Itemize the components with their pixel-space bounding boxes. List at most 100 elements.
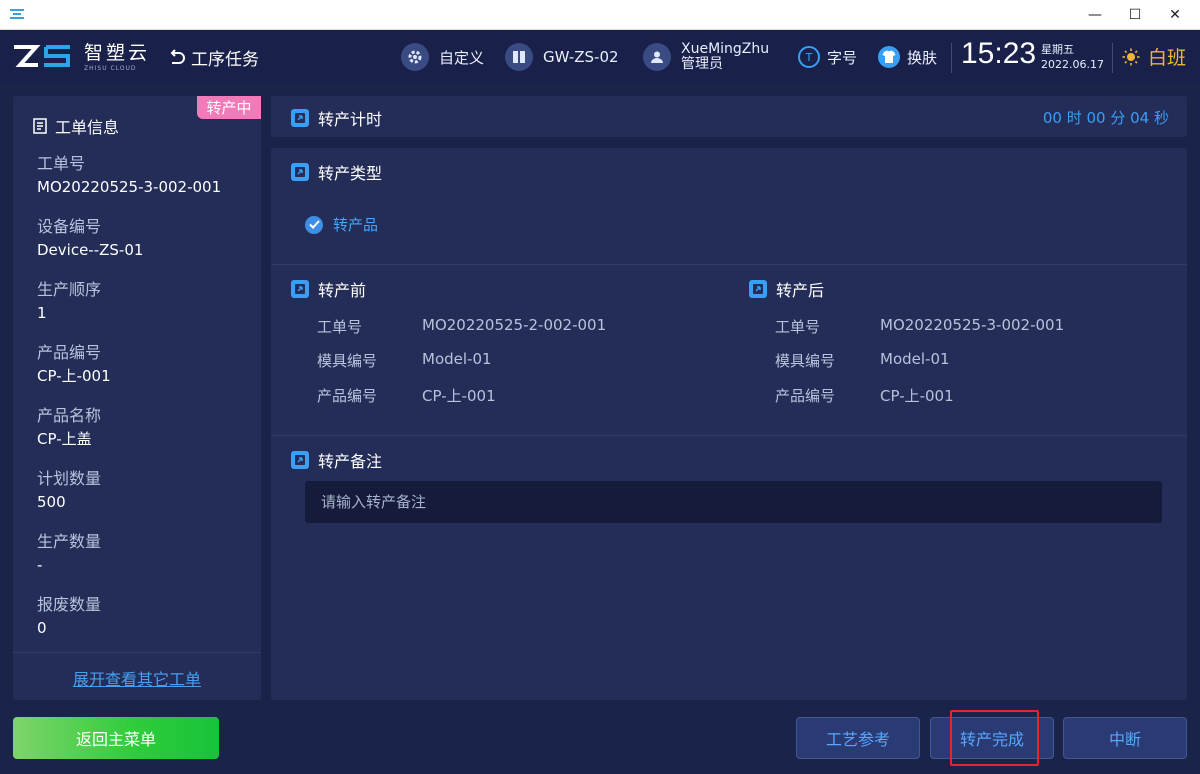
section-title-text: 转产前 [318,281,367,300]
field-device-no: 设备编号 Device--ZS-01 [37,217,143,261]
field-value: - [37,556,43,574]
divider [13,652,261,653]
remark-input[interactable] [305,481,1162,523]
before-mold-no: 模具编号 Model-01 [317,350,492,371]
field-label: 产品编号 [37,343,102,362]
check-icon [305,215,323,234]
shift-indicator: 白班 [1122,43,1186,70]
field-value: Device--ZS-01 [37,241,144,259]
weekday: 星期五 [1041,43,1074,56]
before-product-no: 产品编号 CP-上-001 [317,385,496,406]
back-arrow-icon [170,48,185,64]
font-size-label: 字号 [827,48,858,67]
changeover-complete-button[interactable]: 转产完成 [930,717,1054,759]
field-product-name: 产品名称 CP-上盖 [37,406,101,450]
field-label: 生产数量 [37,532,102,551]
order-info-title-text: 工单信息 [55,118,120,137]
custom-label: 自定义 [439,48,485,67]
clock-date: 星期五 2022.06.17 [1041,42,1104,72]
back-to-main-menu-button[interactable]: 返回主菜单 [13,717,219,759]
logo-mark [14,45,70,67]
back-label: 工序任务 [191,50,259,70]
kv-value: MO20220525-3-002-001 [880,316,1065,334]
device-indicator[interactable]: GW-ZS-02 [505,41,619,73]
kv-label: 模具编号 [775,352,836,370]
kv-value: MO20220525-2-002-001 [422,316,607,334]
before-section-title: 转产前 [290,277,366,301]
field-planned-qty: 计划数量 500 [37,469,101,513]
field-label: 设备编号 [37,217,102,236]
shift-label: 白班 [1148,47,1187,69]
user-profile[interactable]: XueMingZhu 管理员 [643,41,769,73]
device-label: GW-ZS-02 [543,48,619,66]
user-role: 管理员 [681,56,723,72]
after-section-title: 转产后 [748,277,824,301]
svg-text:T: T [805,51,813,64]
field-value: CP-上-001 [37,367,111,385]
timer-section-title: 转产计时 [290,106,382,130]
changeover-timer-value: 00 时 00 分 04 秒 [1042,109,1169,127]
field-value: 1 [37,304,47,322]
clock-time: 15:23 [961,37,1037,70]
kv-label: 产品编号 [775,387,836,405]
field-label: 报废数量 [37,595,102,614]
kv-label: 工单号 [775,318,821,336]
field-produced-qty: 生产数量 - [37,532,101,576]
kv-value: CP-上-001 [422,387,496,405]
back-to-process-tasks[interactable]: 工序任务 [168,45,259,70]
custom-settings-button[interactable]: 自定义 [401,41,484,73]
field-value: 0 [37,619,47,637]
section-title-text: 转产计时 [318,110,383,129]
field-value: MO20220525-3-002-001 [37,178,222,196]
user-name: XueMingZhu [681,41,770,57]
field-label: 计划数量 [37,469,102,488]
date: 2022.06.17 [1041,58,1104,71]
font-size-button[interactable]: T 字号 [797,41,857,73]
skin-button[interactable]: 换肤 [877,41,937,73]
gear-icon [401,43,429,71]
skin-label: 换肤 [907,48,938,67]
order-info-title: 工单信息 [33,114,119,138]
expand-other-orders-link[interactable]: 展开查看其它工单 [13,666,261,690]
changeover-details-panel: 转产类型 转产品 转产前 工单号 MO20220525-2-002-001 模具… [271,148,1187,700]
section-icon [749,280,767,298]
logo-subname: ZHISU CLOUD [84,64,137,72]
font-size-icon: T [798,46,820,68]
field-label: 工单号 [37,154,86,173]
kv-value: CP-上-001 [880,387,954,405]
section-icon [291,451,309,469]
after-mold-no: 模具编号 Model-01 [775,350,950,371]
status-badge: 转产中 [197,96,261,119]
after-product-no: 产品编号 CP-上-001 [775,385,954,406]
kv-label: 模具编号 [317,352,378,370]
field-product-no: 产品编号 CP-上-001 [37,343,111,387]
changeover-type-product-radio[interactable]: 转产品 [305,214,378,235]
interrupt-button[interactable]: 中断 [1063,717,1187,759]
tshirt-icon [878,46,900,68]
kv-value: Model-01 [422,350,492,368]
section-icon [291,280,309,298]
section-title-text: 转产类型 [318,164,383,183]
field-value: CP-上盖 [37,430,92,448]
divider [271,435,1187,436]
device-icon [505,43,533,71]
app-icon [10,9,24,19]
changeover-timer-panel: 转产计时 00 时 00 分 04 秒 [271,96,1187,137]
order-info-panel: 转产中 工单信息 工单号 MO20220525-3-002-001 设备编号 D… [13,96,261,700]
window-close-button[interactable]: ✕ [1152,0,1198,30]
before-order-no: 工单号 MO20220525-2-002-001 [317,316,606,337]
window-titlebar: — ☐ ✕ [0,0,1200,30]
field-scrap-qty: 报废数量 0 [37,595,101,639]
field-label: 产品名称 [37,406,102,425]
kv-value: Model-01 [880,350,950,368]
section-title-text: 转产备注 [318,452,383,471]
after-order-no: 工单号 MO20220525-3-002-001 [775,316,1064,337]
radio-label: 转产品 [333,216,379,234]
section-icon [291,163,309,181]
logo-name: 智塑云 [84,41,151,64]
document-icon [33,118,47,134]
section-title-text: 转产后 [776,281,825,300]
header-divider [1112,43,1113,73]
divider [271,264,1187,265]
process-reference-button[interactable]: 工艺参考 [796,717,920,759]
